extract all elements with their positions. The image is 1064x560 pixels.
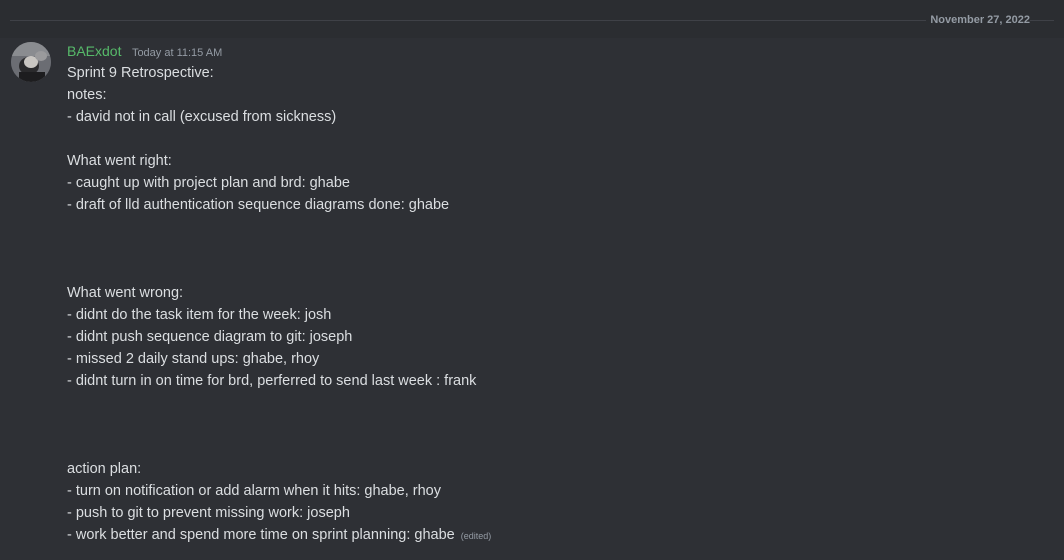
message-line: - draft of lld authentication sequence d… xyxy=(67,197,450,213)
message-content: Sprint 9 Retrospective: notes: - david n… xyxy=(67,62,1027,546)
message-line xyxy=(67,216,1027,238)
message-line: Sprint 9 Retrospective: xyxy=(67,65,214,81)
message-line-text: - work better and spend more time on spr… xyxy=(67,527,455,543)
date-divider xyxy=(10,20,1054,21)
message-line xyxy=(67,414,1027,436)
message-line-last: - work better and spend more time on spr… xyxy=(67,524,1027,546)
username[interactable]: BAExdot xyxy=(67,43,121,59)
message-header: BAExdot Today at 11:15 AM xyxy=(67,42,222,60)
previous-message-area xyxy=(0,0,1064,38)
message-line: What went wrong: xyxy=(67,285,184,301)
message-line xyxy=(67,436,1027,458)
message-line xyxy=(67,392,1027,414)
message-line xyxy=(67,238,1027,260)
message-line: action plan: xyxy=(67,461,142,477)
message-line xyxy=(67,260,1027,282)
edited-label: (edited) xyxy=(460,531,492,541)
message-line: notes: xyxy=(67,87,107,103)
message-line: What went right: xyxy=(67,153,172,169)
chat-message[interactable]: BAExdot Today at 11:15 AM Sprint 9 Retro… xyxy=(0,38,1064,560)
message-line: - didnt do the task item for the week: j… xyxy=(67,307,332,323)
avatar[interactable] xyxy=(11,42,51,82)
date-divider-label: November 27, 2022 xyxy=(926,14,1030,27)
avatar-image xyxy=(11,42,51,82)
chat-area: November 27, 2022 BAExdot Today at 11:15… xyxy=(0,0,1064,560)
message-line xyxy=(67,128,1027,150)
message-line: - push to git to prevent missing work: j… xyxy=(67,505,350,521)
message-timestamp[interactable]: Today at 11:15 AM xyxy=(132,47,222,59)
message-line: - david not in call (excused from sickne… xyxy=(67,109,337,125)
message-line: - caught up with project plan and brd: g… xyxy=(67,175,350,191)
message-line: - missed 2 daily stand ups: ghabe, rhoy xyxy=(67,351,320,367)
message-line: - didnt push sequence diagram to git: jo… xyxy=(67,329,353,345)
message-line: - turn on notification or add alarm when… xyxy=(67,483,441,499)
message-line: - didnt turn in on time for brd, perferr… xyxy=(67,373,477,389)
